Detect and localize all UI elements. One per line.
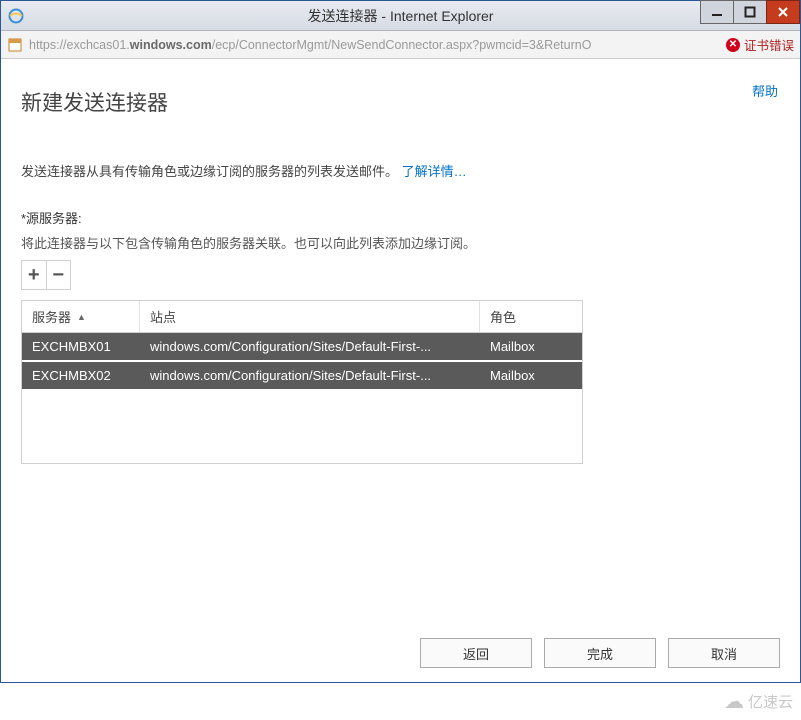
page-icon: [7, 37, 23, 53]
column-header-server[interactable]: 服务器 ▲: [22, 301, 140, 332]
table-row[interactable]: EXCHMBX02 windows.com/Configuration/Site…: [22, 362, 582, 389]
titlebar[interactable]: 发送连接器 - Internet Explorer: [1, 1, 800, 31]
url-host: windows.com: [130, 38, 212, 52]
column-header-server-label: 服务器: [32, 307, 71, 326]
table-row[interactable]: EXCHMBX01 windows.com/Configuration/Site…: [22, 333, 582, 360]
cell-site: windows.com/Configuration/Sites/Default-…: [140, 333, 480, 360]
sort-ascending-icon: ▲: [77, 312, 86, 322]
description: 发送连接器从具有传输角色或边缘订阅的服务器的列表发送邮件。 了解详情…: [21, 161, 780, 180]
cell-site: windows.com/Configuration/Sites/Default-…: [140, 362, 480, 389]
cloud-icon: ☁: [724, 689, 744, 714]
remove-button[interactable]: −: [46, 261, 71, 289]
cert-error-indicator[interactable]: ✕ 证书错误: [726, 35, 794, 54]
url-path: /ecp/ConnectorMgmt/NewSendConnector.aspx…: [212, 38, 592, 52]
minus-icon: −: [52, 264, 64, 287]
cell-role: Mailbox: [480, 362, 582, 389]
cert-error-text: 证书错误: [744, 35, 794, 54]
add-button[interactable]: +: [22, 261, 46, 289]
window-title: 发送连接器 - Internet Explorer: [1, 6, 800, 26]
window-frame: 发送连接器 - Internet Explorer https://exchca…: [0, 0, 801, 683]
url-text: https://exchcas01.windows.com/ecp/Connec…: [29, 38, 720, 52]
maximize-button[interactable]: [733, 0, 767, 24]
source-server-hint: 将此连接器与以下包含传输角色的服务器关联。也可以向此列表添加边缘订阅。: [21, 233, 780, 252]
cancel-button[interactable]: 取消: [668, 638, 780, 668]
watermark: ☁ 亿速云: [724, 689, 793, 714]
footer-buttons: 返回 完成 取消: [21, 626, 780, 668]
minimize-button[interactable]: [700, 0, 734, 24]
ie-icon: [7, 7, 25, 25]
cell-server: EXCHMBX01: [22, 333, 140, 360]
back-button[interactable]: 返回: [420, 638, 532, 668]
cell-role: Mailbox: [480, 333, 582, 360]
description-text: 发送连接器从具有传输角色或边缘订阅的服务器的列表发送邮件。: [21, 164, 398, 179]
address-bar[interactable]: https://exchcas01.windows.com/ecp/Connec…: [1, 31, 800, 59]
watermark-text: 亿速云: [748, 691, 793, 712]
column-header-role[interactable]: 角色: [480, 301, 582, 332]
cell-server: EXCHMBX02: [22, 362, 140, 389]
grid-body: EXCHMBX01 windows.com/Configuration/Site…: [22, 333, 582, 463]
help-link[interactable]: 帮助: [752, 81, 778, 100]
finish-button[interactable]: 完成: [544, 638, 656, 668]
column-header-site[interactable]: 站点: [140, 301, 480, 332]
close-button[interactable]: [766, 0, 800, 24]
grid-header: 服务器 ▲ 站点 角色: [22, 301, 582, 333]
plus-icon: +: [28, 264, 40, 287]
url-prefix: https://exchcas01.: [29, 38, 130, 52]
learn-more-link[interactable]: 了解详情…: [402, 164, 467, 179]
server-grid: 服务器 ▲ 站点 角色 EXCHMBX01 windows.com/Config…: [21, 300, 583, 464]
window-controls: [701, 0, 800, 24]
page-title: 新建发送连接器: [21, 87, 780, 117]
cert-error-icon: ✕: [726, 38, 740, 52]
content-area: 帮助 新建发送连接器 发送连接器从具有传输角色或边缘订阅的服务器的列表发送邮件。…: [1, 59, 800, 682]
grid-toolbar: + −: [21, 260, 71, 290]
source-server-label: *源服务器:: [21, 208, 780, 227]
